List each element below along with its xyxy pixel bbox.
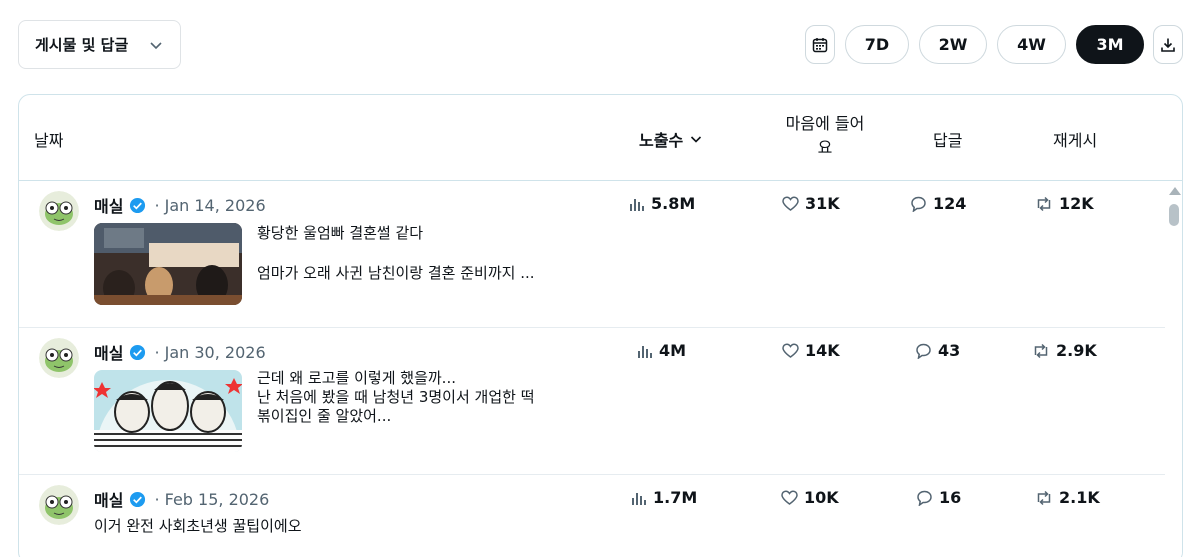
range-4w-button[interactable]: 4W: [997, 25, 1066, 64]
avatar: [39, 485, 79, 525]
post-thumbnail: [94, 223, 242, 305]
post-author: 매실 · Feb 15, 2026: [94, 487, 269, 511]
header-replies[interactable]: 답글: [933, 127, 962, 151]
reply-icon: [917, 490, 932, 506]
post-text-line: 황당한 울엄빠 결혼썰 같다: [257, 224, 424, 242]
calendar-icon: [812, 37, 828, 52]
heart-icon: [782, 342, 799, 358]
reply-icon: [911, 196, 926, 212]
replies-cell: 16: [916, 488, 961, 507]
bar-chart-icon: [630, 198, 644, 211]
reposts-cell: 12K: [1035, 194, 1094, 213]
range-7d-button[interactable]: 7D: [845, 25, 909, 64]
table-header: 날짜 노출수 마음에 들어요 답글 재게시: [19, 95, 1182, 181]
avatar: [39, 338, 79, 378]
header-date: 날짜: [34, 131, 64, 150]
heart-icon: [782, 195, 799, 211]
range-2w-button[interactable]: 2W: [919, 25, 987, 64]
likes-cell: 10K: [781, 488, 839, 507]
scrollbar[interactable]: [1165, 181, 1182, 557]
post-text-line: 볶이집인 줄 알았어...: [257, 407, 392, 425]
avatar: [39, 191, 79, 231]
author-name: 매실: [94, 197, 124, 216]
impressions-cell: 1.7M: [631, 488, 697, 507]
repost-icon: [1034, 343, 1048, 358]
reposts-cell: 2.9K: [1032, 341, 1097, 360]
range-3m-button[interactable]: 3M: [1076, 25, 1144, 64]
post-author: 매실 · Jan 14, 2026: [94, 193, 266, 217]
table-row[interactable]: 매실 · Jan 14, 2026 황당한 울엄빠 결혼썰 같다 엄마가 오래 …: [19, 181, 1165, 328]
repost-icon: [1037, 490, 1051, 505]
author-name: 매실: [94, 491, 124, 510]
scroll-up-arrow-icon[interactable]: [1169, 187, 1181, 195]
sort-chevron-down-icon: [691, 136, 702, 143]
header-reposts[interactable]: 재게시: [1053, 127, 1097, 151]
post-thumbnail: [94, 370, 242, 452]
impressions-cell: 4M: [637, 341, 686, 360]
likes-cell: 31K: [782, 194, 840, 213]
chevron-down-icon: [150, 42, 162, 50]
header-impressions[interactable]: 노출수: [639, 127, 703, 151]
download-icon: [1161, 38, 1175, 52]
verified-badge-icon: [130, 197, 146, 213]
post-type-dropdown[interactable]: 게시물 및 답글: [18, 20, 181, 69]
bar-chart-icon: [632, 492, 646, 505]
calendar-button[interactable]: [805, 25, 835, 64]
bar-chart-icon: [638, 345, 652, 358]
post-text-line: 엄마가 오래 사귄 남친이랑 결혼 준비까지 ...: [257, 264, 535, 282]
likes-cell: 14K: [782, 341, 840, 360]
verified-badge-icon: [130, 491, 146, 507]
verified-badge-icon: [130, 344, 146, 360]
posts-table: 날짜 노출수 마음에 들어요 답글 재게시 매실 · Jan 14, 2026 …: [18, 94, 1183, 557]
post-date: · Jan 14, 2026: [154, 195, 266, 215]
replies-cell: 124: [910, 194, 966, 213]
impressions-cell: 5.8M: [629, 194, 695, 213]
download-button[interactable]: [1153, 25, 1183, 64]
post-date: · Jan 30, 2026: [154, 342, 266, 362]
reposts-cell: 2.1K: [1035, 488, 1100, 507]
post-author: 매실 · Jan 30, 2026: [94, 340, 266, 364]
author-name: 매실: [94, 344, 124, 363]
post-type-label: 게시물 및 답글: [35, 36, 129, 54]
reply-icon: [916, 343, 931, 359]
replies-cell: 43: [915, 341, 960, 360]
repost-icon: [1037, 196, 1051, 211]
scrollbar-thumb[interactable]: [1169, 204, 1179, 226]
table-row[interactable]: 매실 · Jan 30, 2026 근데 왜 로고를 이렇게 했을까... 난 …: [19, 328, 1165, 475]
table-row[interactable]: 매실 · Feb 15, 2026 이거 완전 사회초년생 꿀팁이에오 1.7M…: [19, 475, 1165, 557]
post-date: · Feb 15, 2026: [154, 489, 270, 509]
header-likes[interactable]: 마음에 들어요: [779, 112, 871, 160]
post-text-line: 이거 완전 사회초년생 꿀팁이에오: [94, 517, 302, 535]
heart-icon: [781, 489, 798, 505]
